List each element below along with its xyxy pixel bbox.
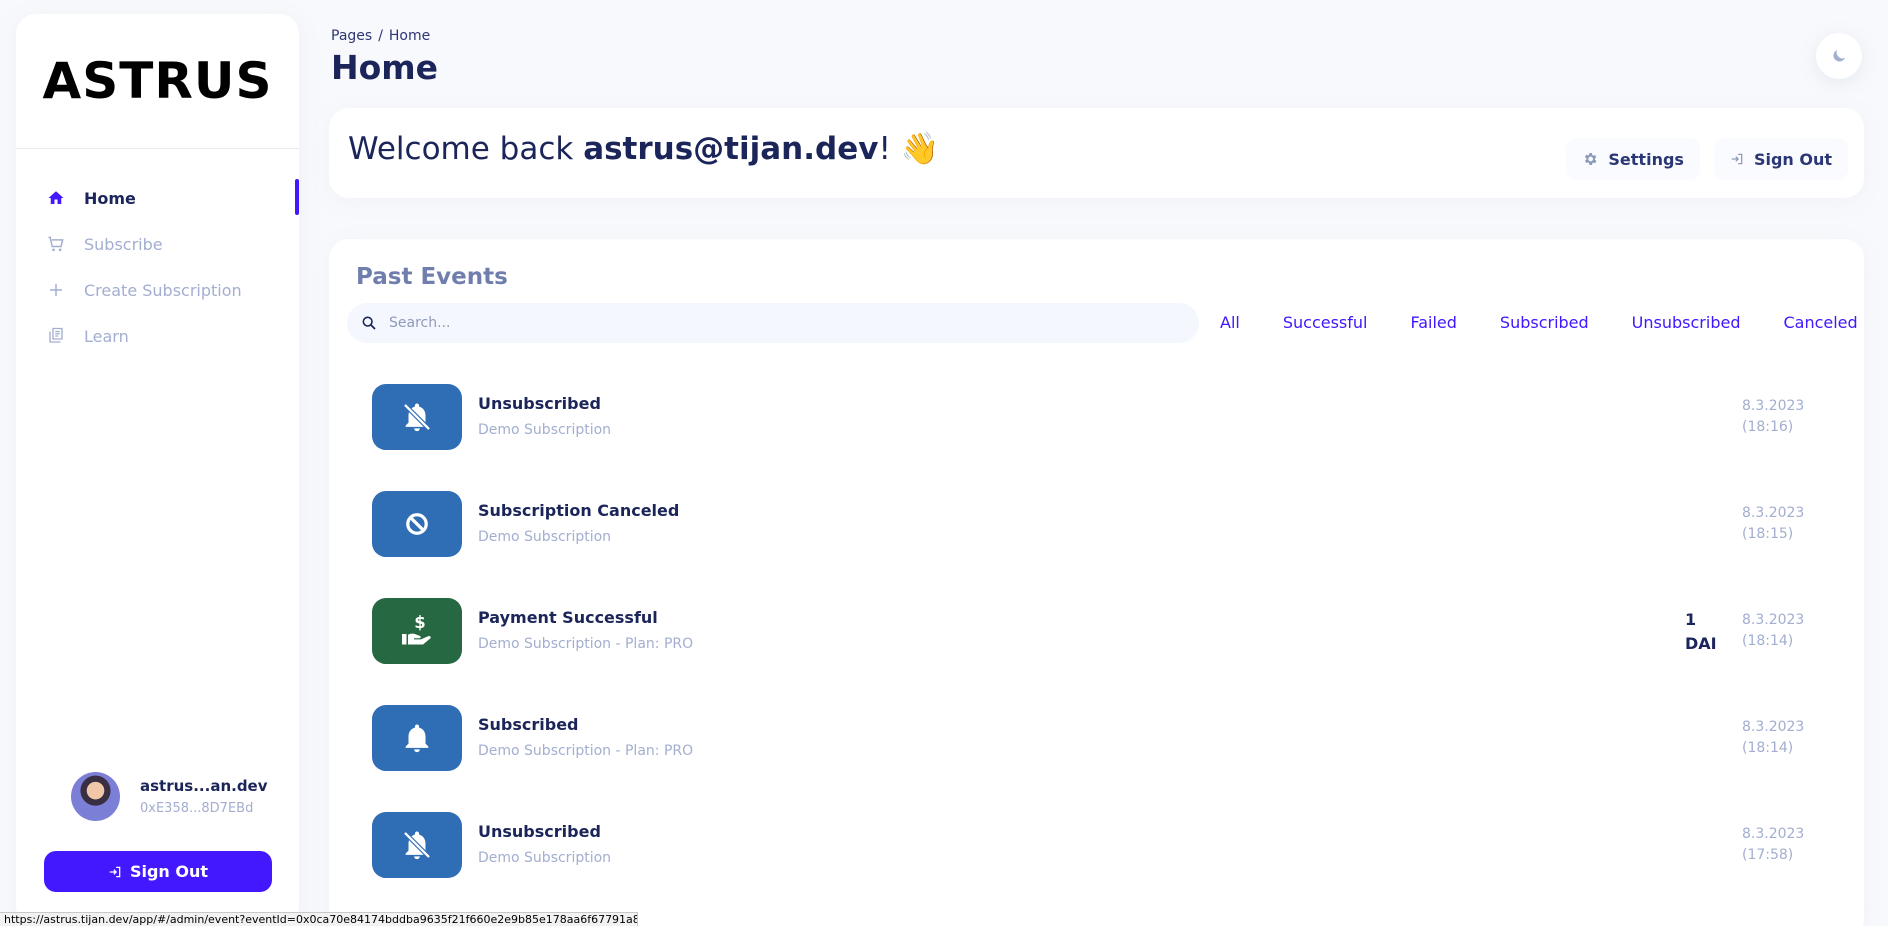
event-date-day: 8.3.2023 (1742, 398, 1805, 414)
event-title: Subscription Canceled (478, 501, 680, 520)
sign-out-label: Sign Out (1753, 149, 1832, 169)
breadcrumb-current: Home (388, 28, 431, 44)
wallet-address: 0xE358...8D7EBd (140, 801, 254, 816)
settings-button[interactable]: Settings (1566, 138, 1700, 180)
event-icon-tile (372, 384, 462, 450)
event-date: 8.3.2023 (18:16) (1742, 396, 1812, 438)
moon-icon (1830, 47, 1848, 65)
cancel-icon (404, 511, 430, 537)
sign-out-label: Sign Out (129, 862, 209, 881)
payment-icon: $ (399, 613, 435, 649)
filter-successful[interactable]: Successful (1283, 313, 1368, 332)
sidebar-item-learn[interactable]: Learn (16, 313, 299, 359)
event-title: Unsubscribed (478, 822, 601, 841)
bell-icon (400, 721, 434, 755)
event-date-time: (17:58) (1742, 847, 1794, 863)
event-subtitle: Demo Subscription - Plan: PRO (478, 636, 694, 652)
event-search (347, 303, 1199, 343)
event-title: Unsubscribed (478, 394, 601, 413)
event-row[interactable]: Subscribed Demo Subscription - Plan: PRO… (372, 705, 1832, 771)
sidebar-nav: Home Subscribe Create Subscription Learn (16, 175, 299, 359)
event-date: 8.3.2023 (17:58) (1742, 824, 1812, 866)
sign-out-icon (1730, 152, 1744, 166)
event-date-time: (18:14) (1742, 740, 1794, 756)
event-filters: All Successful Failed Subscribed Unsubsc… (1220, 313, 1858, 332)
search-input[interactable] (389, 315, 1169, 331)
cart-icon (46, 234, 66, 254)
welcome-user: astrus@tijan.dev (583, 131, 879, 167)
event-date-day: 8.3.2023 (1742, 612, 1805, 628)
event-subtitle: Demo Subscription (478, 529, 612, 545)
event-title: Payment Successful (478, 608, 658, 627)
svg-text:$: $ (414, 613, 425, 632)
welcome-suffix: ! (878, 131, 891, 167)
event-date: 8.3.2023 (18:15) (1742, 503, 1812, 545)
settings-label: Settings (1608, 149, 1684, 169)
event-subtitle: Demo Subscription (478, 850, 612, 866)
welcome-actions: Settings Sign Out (1566, 138, 1864, 180)
filter-unsubscribed[interactable]: Unsubscribed (1632, 313, 1741, 332)
search-icon (361, 315, 377, 331)
event-icon-tile (372, 812, 462, 878)
sidebar: ASTRUS Home Subscribe Create Subscriptio… (16, 14, 299, 926)
sidebar-item-label: Create Subscription (84, 280, 242, 300)
event-icon-tile (372, 491, 462, 557)
event-date: 8.3.2023 (18:14) (1742, 610, 1812, 652)
logo: ASTRUS (16, 14, 299, 149)
sidebar-item-create-subscription[interactable]: Create Subscription (16, 267, 299, 313)
welcome-prefix: Welcome back (348, 131, 584, 167)
sign-out-icon (108, 865, 122, 879)
past-events-card: Past Events All Successful Failed Subscr… (329, 239, 1864, 926)
sidebar-item-label: Home (84, 188, 136, 208)
event-row[interactable]: $ Payment Successful Demo Subscription -… (372, 598, 1832, 664)
event-date-time: (18:14) (1742, 633, 1794, 649)
welcome-card: Welcome back astrus@tijan.dev! 👋 Setting… (329, 108, 1864, 198)
user-profile[interactable]: astrus...an.dev 0xE358...8D7EBd (71, 772, 268, 821)
event-subtitle: Demo Subscription (478, 422, 612, 438)
home-icon (46, 188, 66, 208)
filter-failed[interactable]: Failed (1410, 313, 1456, 332)
waving-hand-icon: 👋 (900, 131, 940, 167)
event-row[interactable]: Subscription Canceled Demo Subscription … (372, 491, 1832, 557)
filter-all[interactable]: All (1220, 313, 1240, 332)
event-date-time: (18:16) (1742, 419, 1794, 435)
sidebar-item-subscribe[interactable]: Subscribe (16, 221, 299, 267)
profile-name: astrus...an.dev (140, 777, 268, 795)
event-icon-tile: $ (372, 598, 462, 664)
event-icon-tile (372, 705, 462, 771)
event-date-time: (18:15) (1742, 526, 1794, 542)
sidebar-item-label: Learn (84, 326, 129, 346)
event-row[interactable]: Unsubscribed Demo Subscription 8.3.2023 (… (372, 812, 1832, 878)
event-date: 8.3.2023 (18:14) (1742, 717, 1812, 759)
gear-icon (1582, 151, 1598, 167)
sign-out-button[interactable]: Sign Out (1713, 138, 1848, 180)
event-subtitle: Demo Subscription - Plan: PRO (478, 743, 694, 759)
welcome-message: Welcome back astrus@tijan.dev! 👋 (348, 130, 939, 167)
theme-toggle-button[interactable] (1816, 33, 1862, 79)
library-icon (46, 326, 66, 346)
event-amount: 1 DAI (1685, 610, 1717, 653)
sidebar-sign-out-button[interactable]: Sign Out (44, 851, 272, 892)
filter-subscribed[interactable]: Subscribed (1500, 313, 1589, 332)
event-row[interactable]: Unsubscribed Demo Subscription 8.3.2023 (… (372, 384, 1832, 450)
breadcrumb: Pages / Home (331, 28, 430, 44)
plus-icon (46, 280, 66, 300)
avatar (71, 772, 120, 821)
event-date-day: 8.3.2023 (1742, 719, 1805, 735)
event-date-day: 8.3.2023 (1742, 505, 1805, 521)
breadcrumb-separator: / (378, 28, 383, 44)
sidebar-item-home[interactable]: Home (16, 175, 299, 221)
browser-status-url: https://astrus.tijan.dev/app/#/admin/eve… (0, 912, 638, 926)
sidebar-item-label: Subscribe (84, 234, 163, 254)
filter-canceled[interactable]: Canceled (1783, 313, 1857, 332)
breadcrumb-root[interactable]: Pages (331, 28, 372, 44)
bell-off-icon (400, 828, 434, 862)
event-title: Subscribed (478, 715, 579, 734)
page-title: Home (331, 48, 439, 87)
event-date-day: 8.3.2023 (1742, 826, 1805, 842)
past-events-title: Past Events (356, 264, 508, 290)
bell-off-icon (400, 400, 434, 434)
